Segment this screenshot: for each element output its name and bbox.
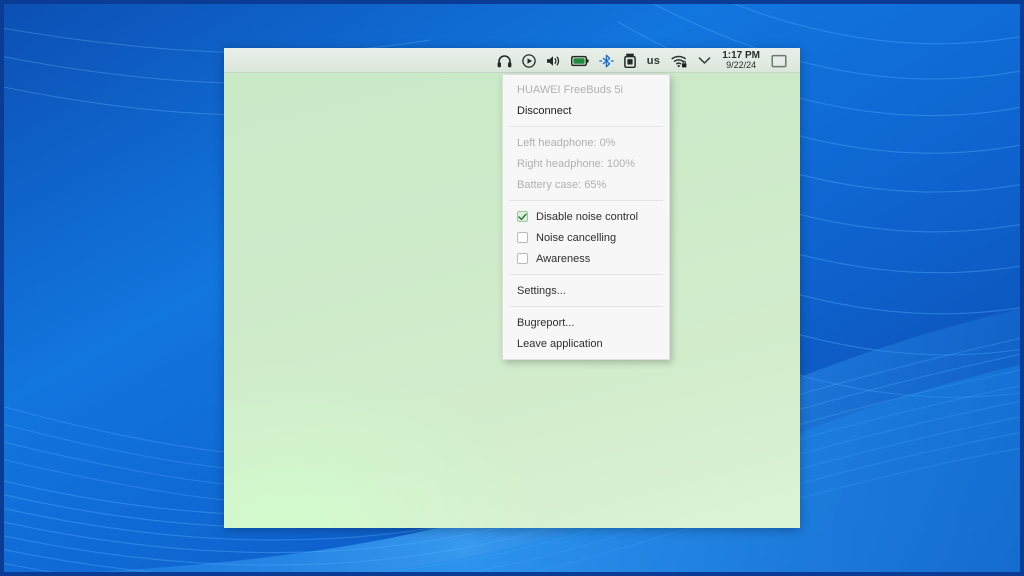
menu-item-settings[interactable]: Settings... <box>503 280 669 301</box>
menu-item-awareness[interactable]: Awareness <box>503 248 669 269</box>
desktop-screen: us 1:17 PM 9/22/24 HUAWEI FreeBuds 5i Di… <box>0 0 1024 576</box>
menu-item-label: Awareness <box>536 252 591 265</box>
menu-item-leave-application[interactable]: Leave application <box>503 333 669 354</box>
menu-separator <box>509 200 663 201</box>
menu-separator <box>509 274 663 275</box>
menu-item-device-name: HUAWEI FreeBuds 5i <box>517 83 623 96</box>
window-titlebar: us 1:17 PM 9/22/24 <box>224 48 800 73</box>
menu-item-right-battery: Right headphone: 100% <box>517 157 636 170</box>
menu-item-left-battery: Left headphone: 0% <box>517 136 616 149</box>
keyboard-layout-indicator[interactable]: us <box>641 48 666 73</box>
checkbox-noise-cancelling[interactable] <box>517 232 528 243</box>
display-icon[interactable] <box>766 48 792 73</box>
menu-separator <box>509 306 663 307</box>
checkbox-disable-noise-control[interactable] <box>517 211 528 222</box>
system-tray: us 1:17 PM 9/22/24 <box>492 48 792 73</box>
media-play-icon[interactable] <box>517 48 541 73</box>
headphones-tray-menu: HUAWEI FreeBuds 5i Disconnect Left headp… <box>502 74 670 360</box>
menu-item-noise-cancelling[interactable]: Noise cancelling <box>503 227 669 248</box>
menu-item-case-battery: Battery case: 65% <box>517 178 607 191</box>
headphones-icon[interactable] <box>492 48 517 73</box>
clock-date: 9/22/24 <box>726 60 757 71</box>
volume-icon[interactable] <box>541 48 566 73</box>
menu-item-bugreport[interactable]: Bugreport... <box>503 312 669 333</box>
clock[interactable]: 1:17 PM 9/22/24 <box>716 48 766 73</box>
menu-item-label: Noise cancelling <box>536 231 617 244</box>
checkbox-awareness[interactable] <box>517 253 528 264</box>
usb-drive-icon[interactable] <box>619 48 641 73</box>
bluetooth-icon[interactable] <box>594 48 619 73</box>
battery-icon[interactable] <box>566 48 594 73</box>
menu-separator <box>509 126 663 127</box>
chevron-down-icon[interactable] <box>693 48 716 73</box>
menu-item-label: Disable noise control <box>536 210 639 223</box>
wifi-secure-icon[interactable] <box>666 48 693 73</box>
menu-item-disconnect[interactable]: Disconnect <box>503 100 669 121</box>
menu-item-disable-noise-control[interactable]: Disable noise control <box>503 206 669 227</box>
